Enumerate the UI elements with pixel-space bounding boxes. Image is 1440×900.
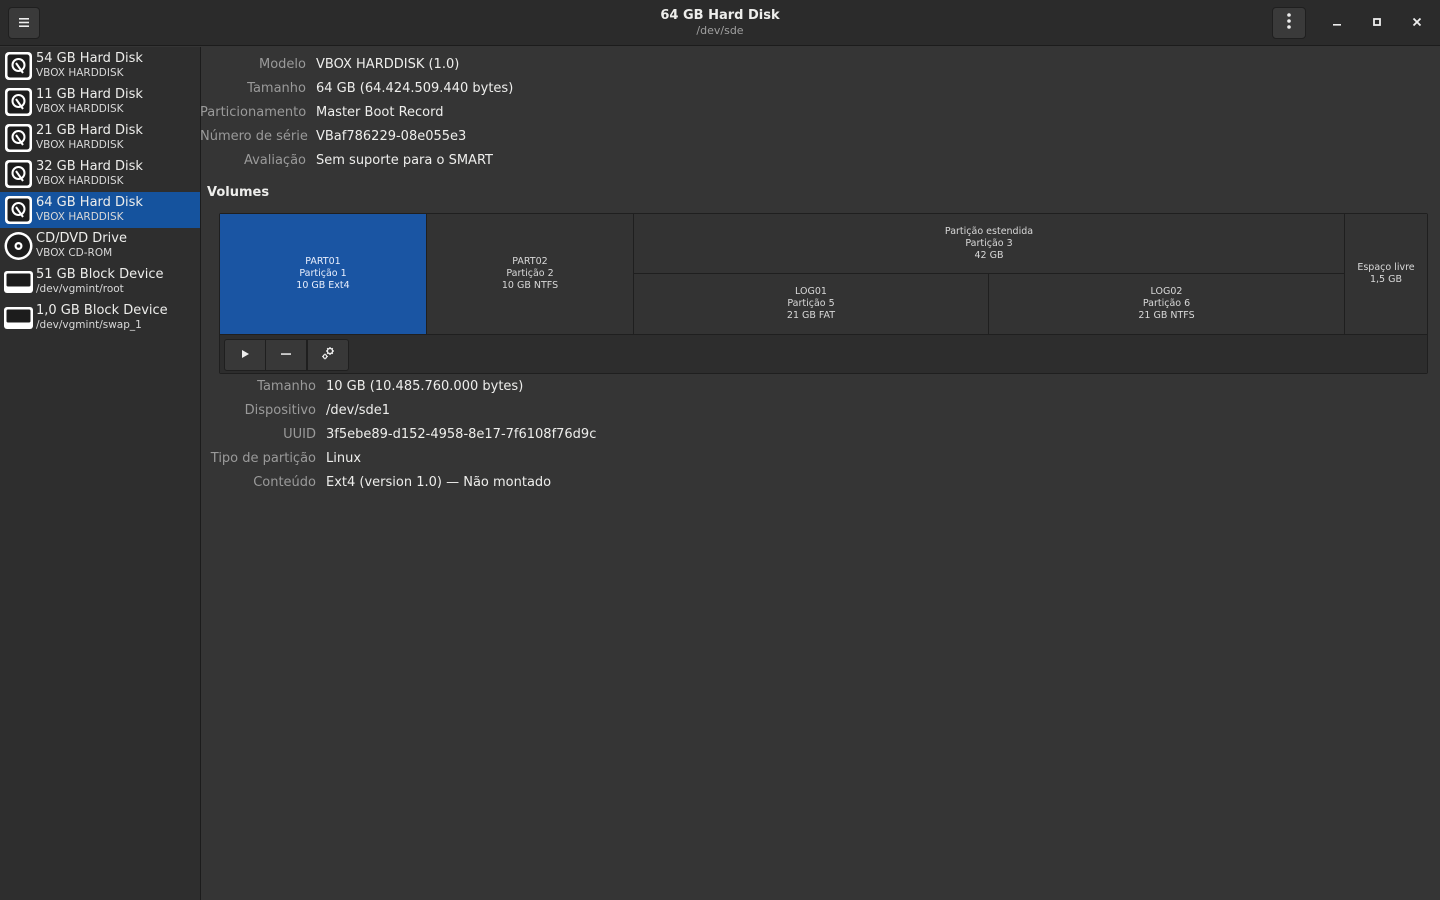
partition-size-value: 10 GB (10.485.760.000 bytes) — [326, 379, 524, 394]
sidebar-item-subtitle: /dev/vgmint/root — [36, 283, 124, 295]
sidebar-item-11gb-disk[interactable]: 11 GB Hard Disk VBOX HARDDISK — [0, 84, 200, 120]
volume-logical-5[interactable]: LOG01 Partição 5 21 GB FAT — [634, 274, 989, 334]
volume-size: 1,5 GB — [1369, 274, 1402, 285]
partition-size-label: Tamanho — [257, 379, 316, 394]
partition-settings-button[interactable] — [307, 339, 349, 371]
disk-model-label: Modelo — [259, 57, 306, 72]
disk-size-label: Tamanho — [247, 81, 306, 96]
play-icon — [240, 348, 250, 363]
volumes-heading: Volumes — [207, 185, 270, 200]
partition-type-label: Tipo de partição — [210, 451, 316, 466]
maximize-button[interactable] — [1366, 12, 1388, 34]
volume-extended-partition[interactable]: Partição estendida Partição 3 42 GB — [634, 214, 1345, 274]
sidebar-item-subtitle: /dev/vgmint/swap_1 — [36, 319, 142, 331]
minimize-icon — [1332, 16, 1342, 31]
sidebar-item-name: CD/DVD Drive — [36, 231, 127, 246]
sidebar-item-51gb-block-device[interactable]: 51 GB Block Device /dev/vgmint/root — [0, 264, 200, 300]
partition-uuid-value: 3f5ebe89-d152-4958-8e17-7f6108f76d9c — [326, 427, 597, 442]
volume-toolbar — [220, 334, 1427, 373]
volume-label: Espaço livre — [1357, 262, 1415, 273]
sidebar-item-cd-dvd-drive[interactable]: CD/DVD Drive VBOX CD-ROM — [0, 228, 200, 264]
volume-label: PART02 — [512, 256, 548, 267]
sidebar-item-54gb-disk[interactable]: 54 GB Hard Disk VBOX HARDDISK — [0, 48, 200, 84]
volume-logical-6[interactable]: LOG02 Partição 6 21 GB NTFS — [989, 274, 1345, 334]
volume-label: Partição estendida — [944, 225, 1034, 237]
volume-size-type: 21 GB FAT — [786, 310, 836, 321]
window-subtitle: /dev/sde — [696, 24, 744, 37]
maximize-icon — [1372, 16, 1382, 31]
volume-partition-number: Partição 6 — [1142, 298, 1191, 309]
disk-size-value: 64 GB (64.424.509.440 bytes) — [316, 81, 514, 96]
mount-button[interactable] — [224, 339, 266, 371]
partition-uuid-label: UUID — [283, 427, 316, 442]
hard-disk-icon — [3, 86, 34, 118]
sidebar-item-21gb-disk[interactable]: 21 GB Hard Disk VBOX HARDDISK — [0, 120, 200, 156]
vertical-dots-icon — [1287, 13, 1291, 33]
sidebar-item-name: 1,0 GB Block Device — [36, 303, 168, 318]
sidebar-item-name: 51 GB Block Device — [36, 267, 164, 282]
partition-device-label: Dispositivo — [244, 403, 316, 418]
volume-grid: PART01 Partição 1 10 GB Ext4 PART02 Part… — [219, 213, 1428, 374]
sidebar-item-name: 32 GB Hard Disk — [36, 159, 143, 174]
header-bar: 64 GB Hard Disk /dev/sde — [0, 0, 1440, 46]
hard-disk-icon — [3, 194, 34, 226]
minus-icon — [280, 348, 292, 363]
close-button[interactable] — [1406, 12, 1428, 34]
volume-label: LOG02 — [1150, 286, 1183, 297]
sidebar-item-name: 64 GB Hard Disk — [36, 195, 143, 210]
close-icon — [1412, 16, 1422, 31]
block-device-icon — [3, 266, 34, 298]
device-sidebar: 54 GB Hard Disk VBOX HARDDISK 11 GB Hard… — [0, 47, 201, 900]
hard-disk-icon — [3, 158, 34, 190]
volume-size-type: 21 GB NTFS — [1138, 310, 1195, 321]
sidebar-item-subtitle: VBOX HARDDISK — [36, 103, 124, 115]
optical-drive-icon — [3, 230, 34, 262]
partition-contents-label: Conteúdo — [253, 475, 316, 490]
sidebar-item-name: 54 GB Hard Disk — [36, 51, 143, 66]
sidebar-item-subtitle: VBOX HARDDISK — [36, 139, 124, 151]
volume-partition-number: Partição 2 — [506, 268, 554, 279]
volume-partition-2[interactable]: PART02 Partição 2 10 GB NTFS — [427, 214, 634, 334]
volume-label: LOG01 — [795, 286, 827, 297]
minimize-button[interactable] — [1326, 12, 1348, 34]
window-title-block: 64 GB Hard Disk /dev/sde — [520, 8, 920, 38]
volume-partition-number: Partição 3 — [965, 237, 1013, 249]
volume-partition-number: Partição 5 — [787, 298, 835, 309]
sidebar-item-subtitle: VBOX HARDDISK — [36, 211, 124, 223]
hard-disk-icon — [3, 122, 34, 154]
sidebar-item-32gb-disk[interactable]: 32 GB Hard Disk VBOX HARDDISK — [0, 156, 200, 192]
volume-partition-number: Partição 1 — [299, 268, 347, 279]
sidebar-item-subtitle: VBOX CD-ROM — [36, 247, 113, 259]
block-device-icon — [3, 302, 34, 334]
disk-partitioning-value: Master Boot Record — [316, 105, 444, 120]
volume-size-type: 10 GB Ext4 — [296, 280, 350, 291]
disk-model-value: VBOX HARDDISK (1.0) — [316, 57, 460, 72]
more-options-button[interactable] — [1272, 7, 1306, 39]
disk-serial-label: Número de série — [200, 129, 308, 144]
disk-serial-value: VBaf786229-08e055e3 — [316, 129, 467, 144]
volume-size: 42 GB — [974, 249, 1004, 261]
sidebar-item-name: 21 GB Hard Disk — [36, 123, 143, 138]
partition-device-value: /dev/sde1 — [326, 403, 390, 418]
volume-partition-1[interactable]: PART01 Partição 1 10 GB Ext4 — [220, 214, 427, 334]
hard-disk-icon — [3, 50, 34, 82]
volume-size-type: 10 GB NTFS — [501, 280, 559, 291]
volume-free-space[interactable]: Espaço livre 1,5 GB — [1345, 214, 1427, 334]
sidebar-item-name: 11 GB Hard Disk — [36, 87, 143, 102]
volume-label: PART01 — [305, 256, 341, 267]
window-title: 64 GB Hard Disk — [660, 8, 780, 23]
delete-partition-button[interactable] — [265, 339, 307, 371]
partition-type-value: Linux — [326, 451, 362, 466]
main-menu-button[interactable] — [8, 7, 40, 39]
disk-assessment-label: Avaliação — [243, 153, 306, 168]
disk-partitioning-label: Particionamento — [200, 105, 307, 120]
sidebar-item-subtitle: VBOX HARDDISK — [36, 67, 124, 79]
disk-assessment-value: Sem suporte para o SMART — [316, 153, 493, 168]
hamburger-menu-icon — [19, 16, 29, 31]
sidebar-item-64gb-disk[interactable]: 64 GB Hard Disk VBOX HARDDISK — [0, 192, 200, 228]
sidebar-item-subtitle: VBOX HARDDISK — [36, 175, 124, 187]
gears-icon — [321, 346, 335, 364]
partition-contents-value: Ext4 (version 1.0) — Não montado — [326, 475, 552, 490]
sidebar-item-1gb-block-device[interactable]: 1,0 GB Block Device /dev/vgmint/swap_1 — [0, 300, 200, 336]
